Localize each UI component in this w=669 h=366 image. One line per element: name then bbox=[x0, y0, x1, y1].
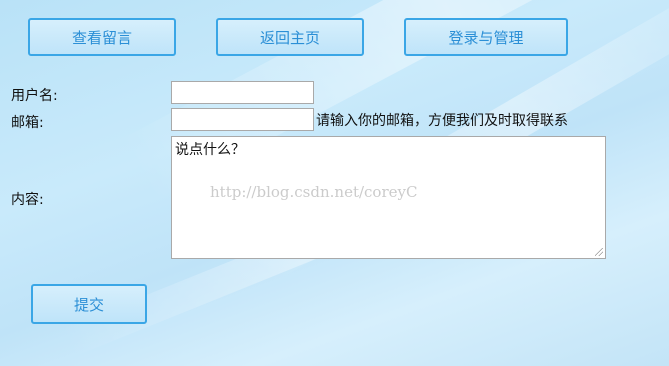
username-input[interactable] bbox=[171, 81, 314, 104]
email-hint-text: 请输入你的邮箱，方便我们及时取得联系 bbox=[316, 113, 568, 129]
login-manage-button[interactable]: 登录与管理 bbox=[404, 18, 568, 56]
content-textarea[interactable]: 说点什么？ bbox=[172, 137, 605, 258]
username-label: 用户名: bbox=[11, 88, 58, 104]
email-label: 邮箱: bbox=[11, 115, 44, 131]
back-home-button[interactable]: 返回主页 bbox=[216, 18, 364, 56]
resize-handle-icon[interactable] bbox=[595, 248, 603, 256]
submit-button[interactable]: 提交 bbox=[31, 284, 147, 324]
view-messages-button[interactable]: 查看留言 bbox=[28, 18, 176, 56]
email-input[interactable] bbox=[171, 108, 314, 131]
content-label: 内容: bbox=[11, 192, 44, 208]
content-textarea-container: 说点什么？ http://blog.csdn.net/coreyC bbox=[171, 136, 606, 259]
